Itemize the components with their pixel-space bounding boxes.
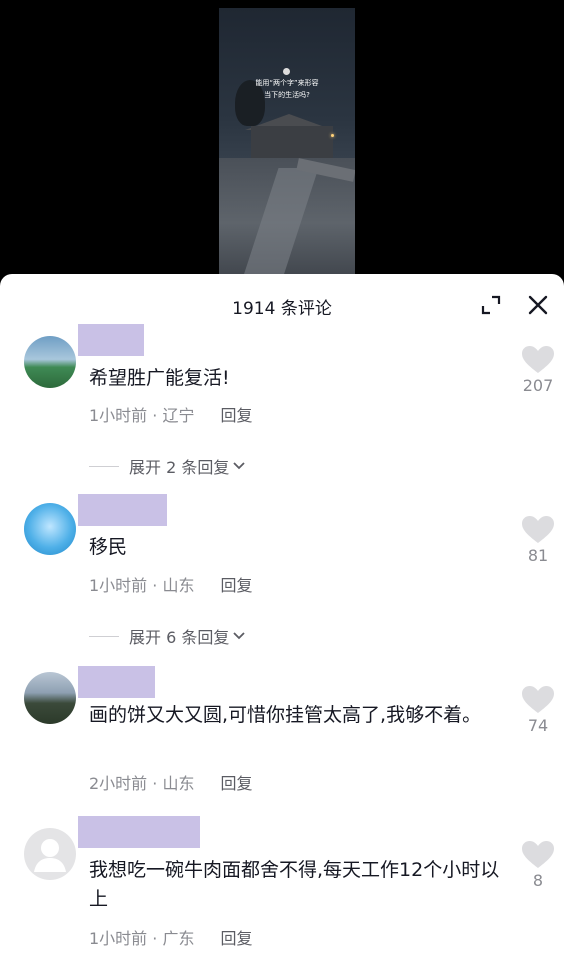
video-area[interactable]: 能用“两个字”来形容 当下的生活吗?	[0, 0, 564, 300]
expand-replies-label: 展开 2 条回复	[129, 458, 230, 477]
like-count: 207	[522, 376, 554, 395]
reply-button[interactable]: 回复	[220, 576, 252, 595]
comment-time-location: 1小时前 · 辽宁	[89, 406, 195, 425]
avatar[interactable]	[24, 336, 76, 388]
reply-button[interactable]: 回复	[220, 929, 252, 948]
close-icon[interactable]	[526, 293, 550, 317]
avatar[interactable]	[24, 828, 76, 880]
video-caption-line2: 当下的生活吗?	[264, 91, 310, 99]
video-caption-line1: 能用“两个字”来形容	[255, 79, 319, 87]
comment-time-location: 1小时前 · 广东	[89, 929, 195, 948]
avatar[interactable]	[24, 503, 76, 555]
username-redacted[interactable]	[78, 324, 144, 356]
comment-text: 画的饼又大又圆,可惜你挂管太高了,我够不着。	[89, 704, 482, 726]
like-button[interactable]: 81	[518, 516, 558, 565]
comment-text: 移民	[89, 536, 128, 558]
like-button[interactable]: 74	[518, 686, 558, 735]
comment-time-location: 2小时前 · 山东	[89, 774, 195, 793]
default-avatar-icon	[34, 839, 66, 872]
comment-time-location: 1小时前 · 山东	[89, 576, 195, 595]
username-redacted[interactable]	[78, 666, 155, 698]
expand-replies-label: 展开 6 条回复	[129, 628, 230, 647]
comment-meta: 2小时前 · 山东 回复	[89, 770, 252, 794]
like-count: 8	[532, 871, 544, 890]
lamp-light	[331, 134, 334, 137]
divider-line	[89, 635, 119, 637]
comment-meta: 1小时前 · 山东 回复	[89, 572, 252, 596]
expand-replies-button[interactable]: 展开 2 条回复	[89, 454, 246, 478]
divider-line	[89, 465, 119, 467]
username-redacted[interactable]	[78, 494, 167, 526]
moon-icon	[283, 68, 290, 75]
video-thumbnail[interactable]: 能用“两个字”来形容 当下的生活吗?	[219, 8, 355, 288]
like-count: 81	[527, 546, 549, 565]
house-shape	[251, 126, 333, 158]
heart-icon	[522, 516, 554, 543]
expand-icon[interactable]	[480, 294, 502, 316]
heart-icon	[522, 346, 554, 373]
username-redacted[interactable]	[78, 816, 200, 848]
comment-meta: 1小时前 · 广东 回复	[89, 925, 252, 949]
like-button[interactable]: 207	[518, 346, 558, 395]
comments-sheet: 1914 条评论 希望胜广能复活! 1小时前 · 辽宁 回复 207 展开 2 条…	[0, 274, 564, 975]
heart-icon	[522, 841, 554, 868]
like-button[interactable]: 8	[518, 841, 558, 890]
comment-text: 我想吃一碗牛肉面都舍不得,每天工作12个小时以上	[89, 859, 500, 910]
reply-button[interactable]: 回复	[220, 406, 252, 425]
avatar[interactable]	[24, 672, 76, 724]
comment-meta: 1小时前 · 辽宁 回复	[89, 402, 252, 426]
expand-replies-button[interactable]: 展开 6 条回复	[89, 624, 246, 648]
chevron-down-icon	[233, 632, 245, 640]
like-count: 74	[527, 716, 549, 735]
comment-text: 希望胜广能复活!	[89, 367, 230, 389]
chevron-down-icon	[233, 462, 245, 470]
heart-icon	[522, 686, 554, 713]
reply-button[interactable]: 回复	[220, 774, 252, 793]
